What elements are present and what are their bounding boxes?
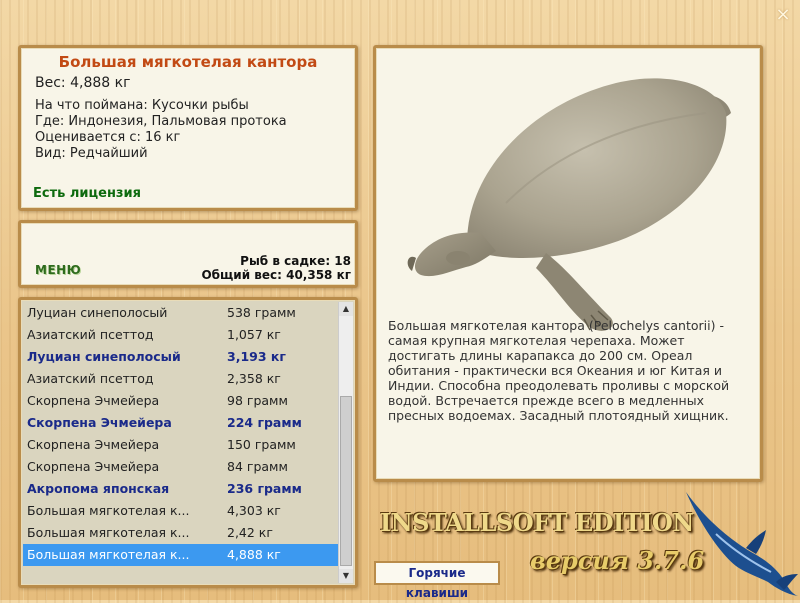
catch-list-panel: Луциан синеполосый 538 грамм Азиатский псе…	[18, 297, 358, 588]
catch-item-weight: 224 грамм	[227, 415, 302, 430]
catch-item-weight: 2,42 кг	[227, 525, 273, 540]
catch-list-item[interactable]: Азиатский псеттод 2,358 кг	[23, 368, 341, 390]
catch-list-item[interactable]: Большая мягкотелая к... 2,42 кг	[23, 522, 341, 544]
catch-list-item[interactable]: Луциан синеполосый 538 грамм	[23, 302, 341, 324]
catch-item-name: Большая мягкотелая к...	[27, 547, 190, 562]
catch-list: Луциан синеполосый 538 грамм Азиатский псе…	[23, 302, 341, 566]
catch-item-name: Скорпена Эчмейера	[27, 437, 160, 452]
close-button[interactable]: ×	[774, 6, 792, 24]
menu-button[interactable]: МЕНЮ	[35, 263, 81, 277]
list-scrollbar[interactable]: ▲ ▼	[338, 302, 353, 583]
location-text: Где: Индонезия, Пальмовая протока	[35, 114, 287, 129]
marlin-logo-icon	[686, 492, 798, 596]
catch-list-item[interactable]: Акропома японская 236 грамм	[23, 478, 341, 500]
catch-list-item[interactable]: Скорпена Эчмейера 98 грамм	[23, 390, 341, 412]
catch-item-weight: 236 грамм	[227, 481, 302, 496]
fish-image-panel: Большая мягкотелая кантора (Pelochelys c…	[373, 45, 763, 482]
fish-weight: Вес: 4,888 кг	[35, 75, 131, 91]
turtle-image	[407, 78, 731, 331]
hotkeys-button[interactable]: Горячие клавиши	[374, 561, 500, 600]
scroll-thumb[interactable]	[340, 396, 352, 566]
license-status: Есть лицензия	[33, 186, 141, 201]
catch-item-weight: 3,193 кг	[227, 349, 286, 364]
catch-list-item[interactable]: Скорпена Эчмейера 150 грамм	[23, 434, 341, 456]
catch-item-weight: 4,303 кг	[227, 503, 281, 518]
catch-item-weight: 2,358 кг	[227, 371, 281, 386]
caught-on-text: На что поймана: Кусочки рыбы	[35, 98, 249, 113]
catch-item-name: Азиатский псеттод	[27, 327, 154, 342]
catch-list-item[interactable]: Большая мягкотелая к... 4,888 кг	[23, 544, 341, 566]
fish-description: Большая мягкотелая кантора (Pelochelys c…	[388, 318, 730, 423]
catch-list-item[interactable]: Азиатский псеттод 1,057 кг	[23, 324, 341, 346]
catch-item-weight: 98 грамм	[227, 393, 288, 408]
catch-list-item[interactable]: Большая мягкотелая к... 4,303 кг	[23, 500, 341, 522]
catch-list-item[interactable]: Скорпена Эчмейера 84 грамм	[23, 456, 341, 478]
rarity-text: Вид: Редчайший	[35, 146, 148, 161]
total-weight: Общий вес: 40,358 кг	[201, 268, 351, 282]
edition-logo: INSTALLSOFT EDITION	[380, 508, 694, 537]
scroll-up-icon[interactable]: ▲	[339, 302, 353, 316]
fish-title: Большая мягкотелая кантора	[58, 53, 318, 71]
catch-item-name: Луциан синеполосый	[27, 305, 168, 320]
catch-list-item[interactable]: Скорпена Эчмейера 224 грамм	[23, 412, 341, 434]
catch-list-item[interactable]: Луциан синеполосый 3,193 кг	[23, 346, 341, 368]
catch-item-name: Луциан синеполосый	[27, 349, 181, 364]
catch-item-weight: 4,888 кг	[227, 547, 281, 562]
catch-item-name: Акропома японская	[27, 481, 170, 496]
fish-info-panel: Большая мягкотелая кантора Вес: 4,888 кг…	[18, 45, 358, 211]
catch-item-name: Скорпена Эчмейера	[27, 459, 160, 474]
catch-item-name: Скорпена Эчмейера	[27, 393, 160, 408]
catch-item-weight: 1,057 кг	[227, 327, 281, 342]
catch-item-weight: 538 грамм	[227, 305, 296, 320]
catch-item-name: Азиатский псеттод	[27, 371, 154, 386]
scroll-down-icon[interactable]: ▼	[339, 569, 353, 583]
menu-panel: МЕНЮ Рыб в садке: 18 Общий вес: 40,358 к…	[18, 220, 358, 288]
catch-item-name: Скорпена Эчмейера	[27, 415, 172, 430]
catch-item-weight: 150 грамм	[227, 437, 296, 452]
catch-item-weight: 84 грамм	[227, 459, 288, 474]
catch-item-name: Большая мягкотелая к...	[27, 525, 190, 540]
keep-net-count: Рыб в садке: 18	[240, 254, 351, 268]
valued-from-text: Оценивается с: 16 кг	[35, 130, 181, 145]
catch-item-name: Большая мягкотелая к...	[27, 503, 190, 518]
